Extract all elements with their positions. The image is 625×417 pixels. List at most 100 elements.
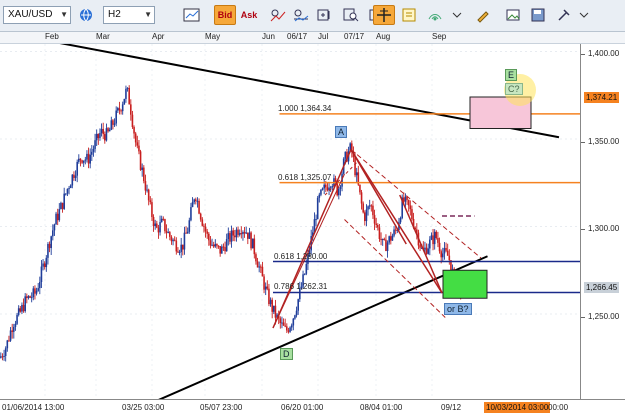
notes-button[interactable]	[398, 5, 420, 25]
pattern-channel	[350, 149, 482, 259]
chart-canvas	[0, 44, 580, 399]
chart-type-button[interactable]	[180, 5, 202, 25]
candle-body	[117, 108, 119, 111]
candle-body	[419, 245, 421, 248]
candle-body	[409, 205, 412, 210]
cursor-mode-button[interactable]	[373, 5, 395, 25]
candle-body	[214, 244, 217, 247]
time-label: 06/20 01:00	[281, 403, 324, 412]
candle-body	[325, 184, 327, 188]
signal-button[interactable]	[424, 5, 446, 25]
candle-body	[443, 247, 446, 254]
candle-body	[24, 296, 26, 312]
candle-body	[143, 167, 145, 182]
globe-button[interactable]	[75, 5, 97, 25]
month-label: Aug	[376, 32, 391, 41]
month-label: 06/17	[287, 32, 308, 41]
export-button[interactable]	[527, 5, 549, 25]
candle-body	[271, 299, 273, 312]
tools-button[interactable]	[553, 5, 575, 25]
candle-body	[390, 236, 392, 241]
candle-body	[120, 110, 122, 112]
candle-body	[438, 242, 441, 252]
candle-body	[157, 227, 160, 233]
candle-body	[68, 188, 70, 190]
candle-body	[126, 87, 129, 89]
month-label: Mar	[96, 32, 110, 41]
candle-body	[362, 203, 364, 213]
candle-body	[95, 133, 98, 141]
candle-body	[13, 326, 15, 332]
candle-body	[136, 142, 139, 146]
candle-body	[203, 225, 205, 227]
candle-body	[208, 233, 210, 241]
candle-body	[139, 151, 142, 170]
candle-body	[403, 197, 405, 202]
candle-body	[248, 232, 251, 239]
candle-body	[315, 219, 317, 221]
candle-body	[9, 330, 12, 341]
price-tag-upper: 1,374.21	[584, 92, 620, 103]
candle-body	[232, 230, 234, 236]
candle-body	[435, 231, 438, 239]
symbol-select[interactable]: XAU/USD ▼	[3, 6, 71, 24]
price-chart[interactable]: 1.000 1,364.34 0.618 1,325.07 0.618 1,28…	[0, 44, 580, 399]
candle-body	[39, 281, 41, 289]
candle-body	[253, 238, 256, 255]
candle-body	[74, 175, 77, 178]
wave-label-e: E	[505, 69, 518, 81]
candle-body	[219, 246, 221, 254]
candle-body	[269, 299, 272, 305]
target-zone-green	[442, 269, 488, 299]
candle-body	[221, 246, 223, 254]
candle-body	[393, 229, 395, 236]
wave-label-b: or B?	[444, 303, 472, 315]
price-axis: 1,400.00 1,350.00 1,300.00 1,250.00 1,37…	[580, 44, 625, 399]
zoom-in-button[interactable]	[314, 5, 336, 25]
ask-button[interactable]: Ask	[238, 5, 260, 25]
symbol-value: XAU/USD	[8, 9, 53, 20]
oscillators-button[interactable]	[289, 5, 311, 25]
chevron-down-icon	[452, 12, 462, 18]
candle-body	[0, 356, 2, 358]
candle-body	[290, 325, 293, 328]
candle-body	[175, 240, 178, 252]
candle-body	[380, 238, 382, 241]
timeframe-select[interactable]: H2 ▼	[103, 6, 155, 24]
candle-body	[16, 314, 18, 324]
candle-body	[3, 355, 5, 357]
bid-button[interactable]: Bid	[214, 5, 236, 25]
candle-body	[40, 266, 43, 282]
crosshair-icon	[377, 8, 391, 22]
magnifier-button[interactable]	[340, 5, 362, 25]
screenshot-button[interactable]	[502, 5, 524, 25]
candle-body	[56, 213, 59, 221]
candle-body	[130, 104, 132, 115]
candle-body	[48, 243, 51, 249]
price-tick	[581, 229, 585, 230]
candle-body	[305, 263, 308, 274]
indicators-icon	[270, 9, 286, 22]
candle-body	[196, 200, 199, 202]
draw-line-button[interactable]	[472, 5, 494, 25]
candle-body	[204, 226, 207, 232]
candle-body	[35, 290, 38, 294]
month-label: May	[205, 32, 221, 41]
time-tag: 10/03/2014 03:00	[484, 402, 551, 413]
candle-body	[21, 304, 23, 312]
candle-body	[295, 310, 298, 316]
indicators-button[interactable]	[266, 5, 288, 25]
candle-body	[27, 296, 30, 298]
candle-body	[19, 308, 22, 312]
candle-body	[123, 98, 126, 105]
candle-body	[394, 229, 397, 231]
candle-body	[133, 127, 135, 134]
candle-body	[43, 263, 46, 268]
more-button[interactable]	[575, 5, 597, 25]
candle-body	[22, 304, 25, 312]
candle-body	[104, 134, 106, 141]
candle-body	[237, 229, 239, 235]
dropdown-button[interactable]	[448, 5, 470, 25]
candle-body	[425, 247, 428, 254]
candle-body	[121, 104, 124, 112]
